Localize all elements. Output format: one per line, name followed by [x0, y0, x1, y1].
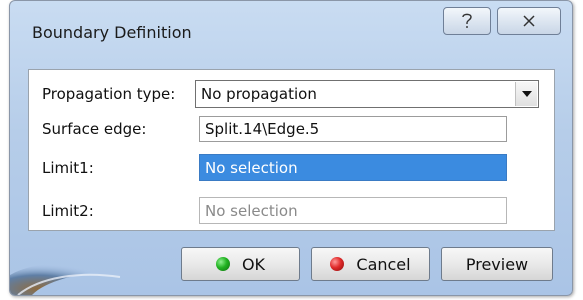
cancel-button-label: Cancel: [356, 254, 411, 274]
cancel-button[interactable]: Cancel: [311, 247, 430, 281]
surface-edge-label: Surface edge:: [42, 120, 147, 138]
close-button[interactable]: [497, 7, 561, 35]
limit2-label: Limit2:: [42, 202, 94, 220]
ok-button-label: OK: [241, 254, 266, 274]
propagation-type-label: Propagation type:: [42, 85, 176, 103]
boundary-definition-dialog: Boundary Definition Propagation type: No…: [9, 0, 573, 296]
ok-status-icon: [215, 257, 230, 271]
surface-edge-field[interactable]: Split.14\Edge.5: [199, 116, 507, 142]
limit2-field[interactable]: No selection: [199, 197, 507, 224]
limit1-field[interactable]: No selection: [199, 154, 507, 181]
dropdown-arrow-button[interactable]: [515, 82, 537, 106]
limit1-value: No selection: [205, 158, 298, 177]
propagation-type-select[interactable]: No propagation: [195, 80, 539, 108]
dialog-title: Boundary Definition: [32, 23, 192, 42]
definition-form: Propagation type: No propagation Surface…: [28, 69, 555, 231]
limit2-value: No selection: [205, 201, 298, 220]
propagation-type-value: No propagation: [201, 85, 317, 103]
question-mark-icon: [462, 13, 472, 28]
chevron-down-icon: [521, 91, 532, 97]
help-button[interactable]: [443, 7, 491, 35]
surface-edge-value: Split.14\Edge.5: [205, 120, 320, 138]
preview-button-label: Preview: [465, 254, 529, 274]
corner-swoosh-decoration: [10, 263, 121, 295]
close-x-icon: [523, 15, 535, 27]
limit1-label: Limit1:: [42, 159, 94, 177]
preview-button[interactable]: Preview: [441, 247, 553, 281]
ok-button[interactable]: OK: [181, 247, 300, 281]
cancel-status-icon: [330, 257, 345, 271]
title-bar: Boundary Definition: [10, 1, 572, 59]
